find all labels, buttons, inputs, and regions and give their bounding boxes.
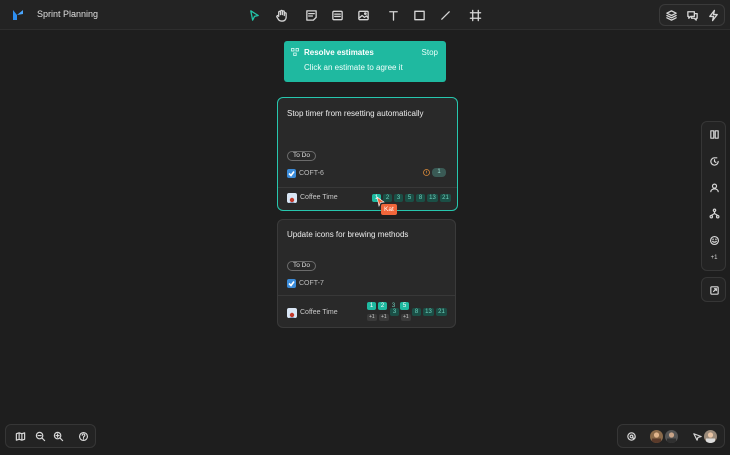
hand-tool-icon[interactable] [273,7,289,23]
estimate-option[interactable]: 8 [412,308,421,316]
card-title: Stop timer from resetting automatically [287,109,424,118]
banner-title: Resolve estimates [304,48,374,57]
user-icon[interactable] [708,181,720,193]
card-title: Update icons for brewing methods [287,230,409,239]
side-toolbar: +1 [701,121,726,271]
issue-key[interactable]: COFT-6 [299,170,324,177]
collaborator-avatar[interactable] [650,430,663,443]
app-logo-icon[interactable] [12,9,24,21]
vote-count-badge: +1 [401,314,411,321]
estimate-option[interactable]: 13 [423,308,434,316]
warning-icon [423,169,430,176]
comments-icon[interactable] [684,7,700,23]
top-toolbar: Sprint Planning [0,0,730,30]
expand-icon[interactable] [708,284,720,296]
card-divider [278,295,455,296]
help-icon[interactable] [77,430,89,442]
issue-key[interactable]: COFT-7 [299,280,324,287]
banner-subtitle: Click an estimate to agree it [304,63,403,72]
more-tools-button[interactable]: +1 [706,253,722,263]
issue-type-icon [287,279,296,288]
estimate-option[interactable]: 5 [405,194,414,202]
issue-type-icon [287,169,296,178]
rectangle-tool-icon[interactable] [411,7,427,23]
timer-icon[interactable] [708,155,720,167]
line-tool-icon[interactable] [437,7,453,23]
emoji-icon[interactable] [708,234,720,246]
collaborator-avatar[interactable] [665,430,678,443]
assignee-name: Coffee Time [300,194,338,201]
sticky-note-tool-icon[interactable] [303,7,319,23]
zoom-in-icon[interactable] [52,430,64,442]
estimate-option[interactable]: 2 [378,302,387,310]
estimate-icon [291,48,299,56]
vote-count-badge: +1 [367,314,377,321]
image-tool-icon[interactable] [355,7,371,23]
text-tool-icon[interactable] [385,7,401,23]
resolve-estimates-banner: Resolve estimates Stop Click an estimate… [284,41,446,82]
collaborator-cursor-label: Kat [381,204,397,215]
estimate-option[interactable]: 21 [440,194,451,202]
assignee-avatar [287,193,297,203]
columns-icon[interactable] [708,128,720,140]
estimate-option[interactable]: 8 [416,194,425,202]
status-badge[interactable]: To Do [287,261,316,271]
estimate-option[interactable]: 3 [390,308,399,316]
current-user-avatar[interactable] [704,430,717,443]
select-tool-icon[interactable] [246,7,262,23]
estimate-option[interactable]: 13 [427,194,438,202]
minimap-toggle-panel [701,277,726,302]
estimate-option[interactable]: 21 [436,308,447,316]
layers-icon[interactable] [663,7,679,23]
stop-button[interactable]: Stop [422,48,438,57]
navigation-controls [5,424,96,448]
board-title[interactable]: Sprint Planning [37,9,98,19]
lightning-icon[interactable] [705,7,721,23]
estimate-option[interactable]: 1 [367,302,376,310]
status-badge[interactable]: To Do [287,151,316,161]
zoom-out-icon[interactable] [34,430,46,442]
collaborators-panel [617,424,725,448]
card-tool-icon[interactable] [329,7,345,23]
add-collaborator-icon[interactable] [625,430,637,442]
estimate-option[interactable]: 3 [394,194,403,202]
assignee-avatar [287,308,297,318]
card-divider [278,187,457,188]
follow-cursor-icon[interactable] [691,430,703,442]
assignee-name: Coffee Time [300,309,338,316]
frame-tool-icon[interactable] [467,7,483,23]
hierarchy-icon[interactable] [708,207,720,219]
vote-count-badge: +1 [379,314,389,321]
story-points-badge[interactable]: 1 [432,168,446,177]
top-right-actions [659,4,725,26]
map-icon[interactable] [14,430,26,442]
